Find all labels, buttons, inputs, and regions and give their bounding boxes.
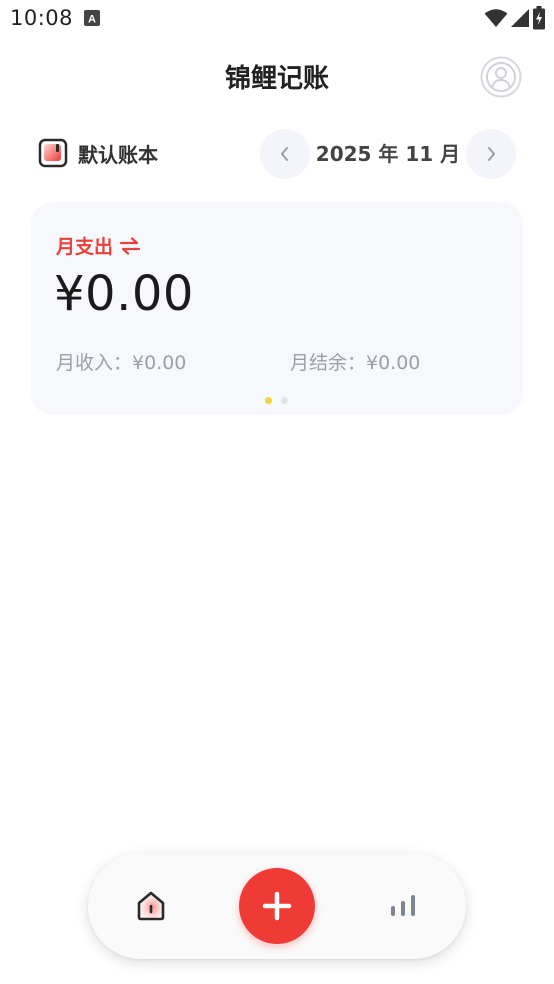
account-book-icon: [38, 138, 68, 168]
previous-month-button[interactable]: [260, 129, 310, 179]
app-screen: 10:08 A 锦鲤记账 默认账本 2025 年 11 月 月支出 ¥0.00 …: [0, 0, 554, 984]
account-book-name: 默认账本: [78, 142, 158, 167]
battery-charging-icon: [533, 6, 545, 30]
chevron-left-icon: [281, 147, 288, 161]
monthly-balance-text: 月结余：¥0.00: [290, 352, 421, 374]
bottom-navigation-bar: [88, 853, 466, 959]
plus-icon: [262, 891, 292, 921]
svg-text:A: A: [88, 14, 96, 26]
pager-dot-active: [265, 397, 272, 404]
status-bar: 10:08 A: [0, 0, 554, 38]
monthly-summary-card[interactable]: 月支出 ¥0.00 月收入：¥0.00 月结余：¥0.00: [31, 202, 523, 415]
chevron-right-icon: [488, 147, 495, 161]
account-book-selector[interactable]: 默认账本: [38, 136, 158, 170]
cellular-signal-icon: [511, 9, 529, 27]
monthly-expense-label: 月支出: [56, 236, 114, 258]
user-avatar-icon[interactable]: [480, 56, 522, 98]
monthly-income-text: 月收入：¥0.00: [56, 352, 187, 374]
add-record-button[interactable]: [239, 868, 315, 944]
home-icon[interactable]: [134, 889, 168, 923]
status-time: 10:08: [10, 6, 74, 30]
status-icons: [484, 6, 546, 30]
bar-chart-icon[interactable]: [388, 893, 418, 919]
expense-toggle[interactable]: 月支出: [56, 232, 141, 259]
a-notification-icon: A: [84, 10, 100, 26]
next-month-button[interactable]: [466, 129, 516, 179]
page-title: 锦鲤记账: [224, 64, 329, 94]
monthly-expense-amount: ¥0.00: [54, 266, 194, 322]
current-month-label[interactable]: 2025 年 11 月: [310, 129, 466, 179]
card-pager-dots: [265, 397, 288, 404]
pager-dot-inactive: [281, 397, 288, 404]
wifi-icon: [484, 9, 508, 27]
month-navigator: 2025 年 11 月: [260, 129, 516, 179]
swap-arrows-icon: [119, 236, 141, 255]
